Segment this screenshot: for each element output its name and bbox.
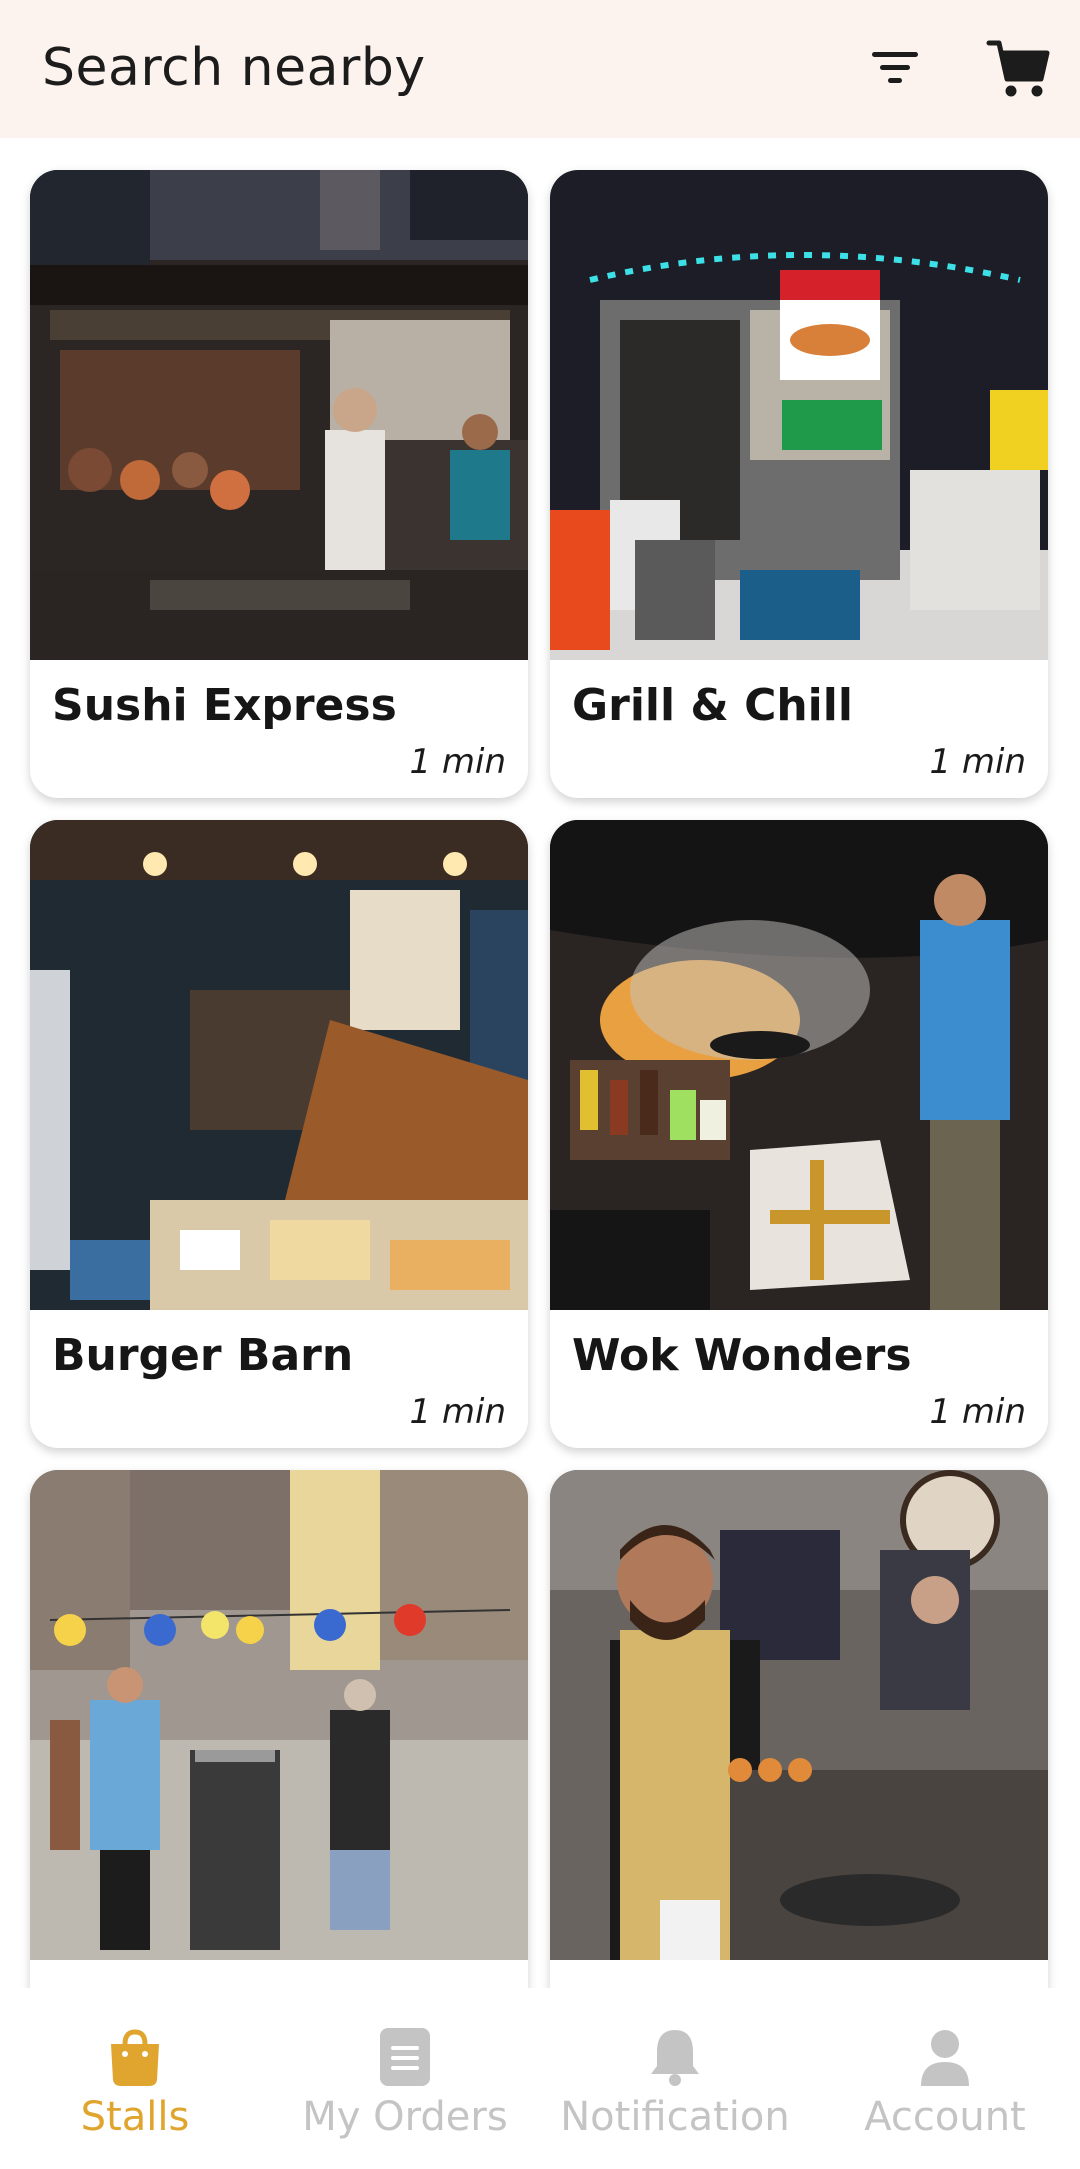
page-title[interactable]: Search nearby	[42, 38, 426, 98]
stall-card[interactable]: Sushi Express 1 min	[30, 170, 528, 798]
stall-image	[550, 1470, 1048, 1960]
filter-button[interactable]	[858, 30, 934, 106]
nav-item-stalls[interactable]: Stalls	[0, 1988, 270, 2169]
stall-image	[550, 820, 1048, 1310]
shopping-bag-icon	[111, 2029, 159, 2086]
chef-stall-photo	[550, 1470, 1048, 1960]
nav-label: Notification	[560, 2094, 790, 2140]
stall-time: 1 min	[409, 1392, 506, 1432]
stall-time: 1 min	[929, 1392, 1026, 1432]
stall-card[interactable]: Wok Wonders 1 min	[550, 820, 1048, 1448]
market-stall-photo	[30, 820, 528, 1310]
bell-icon	[651, 2030, 699, 2086]
filter-icon	[872, 52, 918, 83]
stall-card[interactable]: Grill & Chill 1 min	[550, 170, 1048, 798]
wok-cooking-photo	[550, 820, 1048, 1310]
stall-name: Burger Barn	[52, 1330, 354, 1381]
stall-time: 1 min	[929, 742, 1026, 782]
top-bar: Search nearby	[0, 0, 1080, 138]
hot-dog-cart-photo	[550, 170, 1048, 660]
street-market-photo	[30, 1470, 528, 1960]
bottom-navigation: Stalls My Orders Notification Account	[0, 1988, 1080, 2169]
nav-item-my-orders[interactable]: My Orders	[270, 1988, 540, 2169]
user-icon	[921, 2030, 969, 2086]
food-court-photo	[30, 170, 528, 660]
nav-label: Account	[864, 2094, 1026, 2140]
nav-label: My Orders	[302, 2094, 508, 2140]
stall-card[interactable]: Burger Barn 1 min	[30, 820, 528, 1448]
stall-image	[30, 820, 528, 1310]
nav-item-account[interactable]: Account	[810, 1988, 1080, 2169]
cart-button[interactable]	[980, 30, 1056, 106]
cart-icon	[986, 40, 1050, 97]
stall-name: Grill & Chill	[572, 680, 853, 731]
stall-name: Sushi Express	[52, 680, 397, 731]
stall-image	[550, 170, 1048, 660]
stall-time: 1 min	[409, 742, 506, 782]
nav-label: Stalls	[80, 2094, 190, 2140]
stall-name: Wok Wonders	[572, 1330, 912, 1381]
stall-image	[30, 1470, 528, 1960]
orders-icon	[380, 2028, 430, 2086]
stall-image	[30, 170, 528, 660]
nav-item-notification[interactable]: Notification	[540, 1988, 810, 2169]
